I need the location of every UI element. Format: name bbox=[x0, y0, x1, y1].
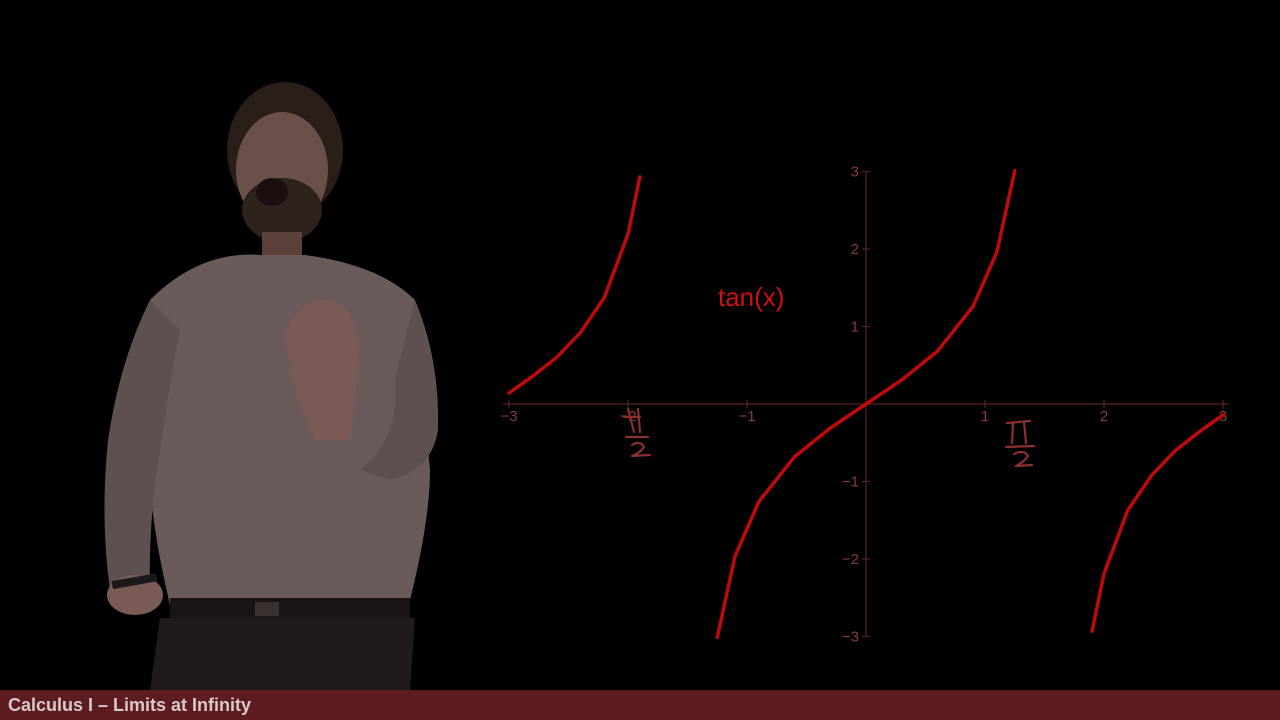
tan-branch-3 bbox=[1090, 413, 1225, 633]
pi-over-2-annotation bbox=[1004, 419, 1036, 468]
y-tick-label: −3 bbox=[842, 629, 859, 646]
x-tick-label: −3 bbox=[500, 408, 517, 425]
function-label: tan(x) bbox=[718, 282, 784, 312]
x-tick-label: −1 bbox=[738, 408, 755, 425]
y-tick-label: −2 bbox=[842, 551, 859, 568]
y-tick-label: 1 bbox=[851, 319, 859, 336]
y-tick-label: 3 bbox=[851, 164, 859, 181]
neg-pi-over-2-annotation bbox=[622, 407, 652, 458]
x-tick-label: 2 bbox=[1100, 408, 1108, 425]
video-frame: −3 −2 −1 1 2 3 −3 −2 −1 1 2 3 tan(x) Calculus I – L… bbox=[0, 0, 1280, 720]
tan-chart: −3 −2 −1 1 2 3−3−2−1123 tan(x) bbox=[500, 164, 1229, 646]
tan-branch-1 bbox=[507, 175, 642, 395]
course-title: Calculus I – Limits at Infinity bbox=[8, 695, 252, 715]
y-tick-label: 2 bbox=[851, 241, 859, 258]
footer-bar: Calculus I – Limits at Infinity bbox=[0, 690, 1280, 720]
x-tick-label: 1 bbox=[981, 408, 989, 425]
y-tick-label: −1 bbox=[842, 474, 859, 491]
